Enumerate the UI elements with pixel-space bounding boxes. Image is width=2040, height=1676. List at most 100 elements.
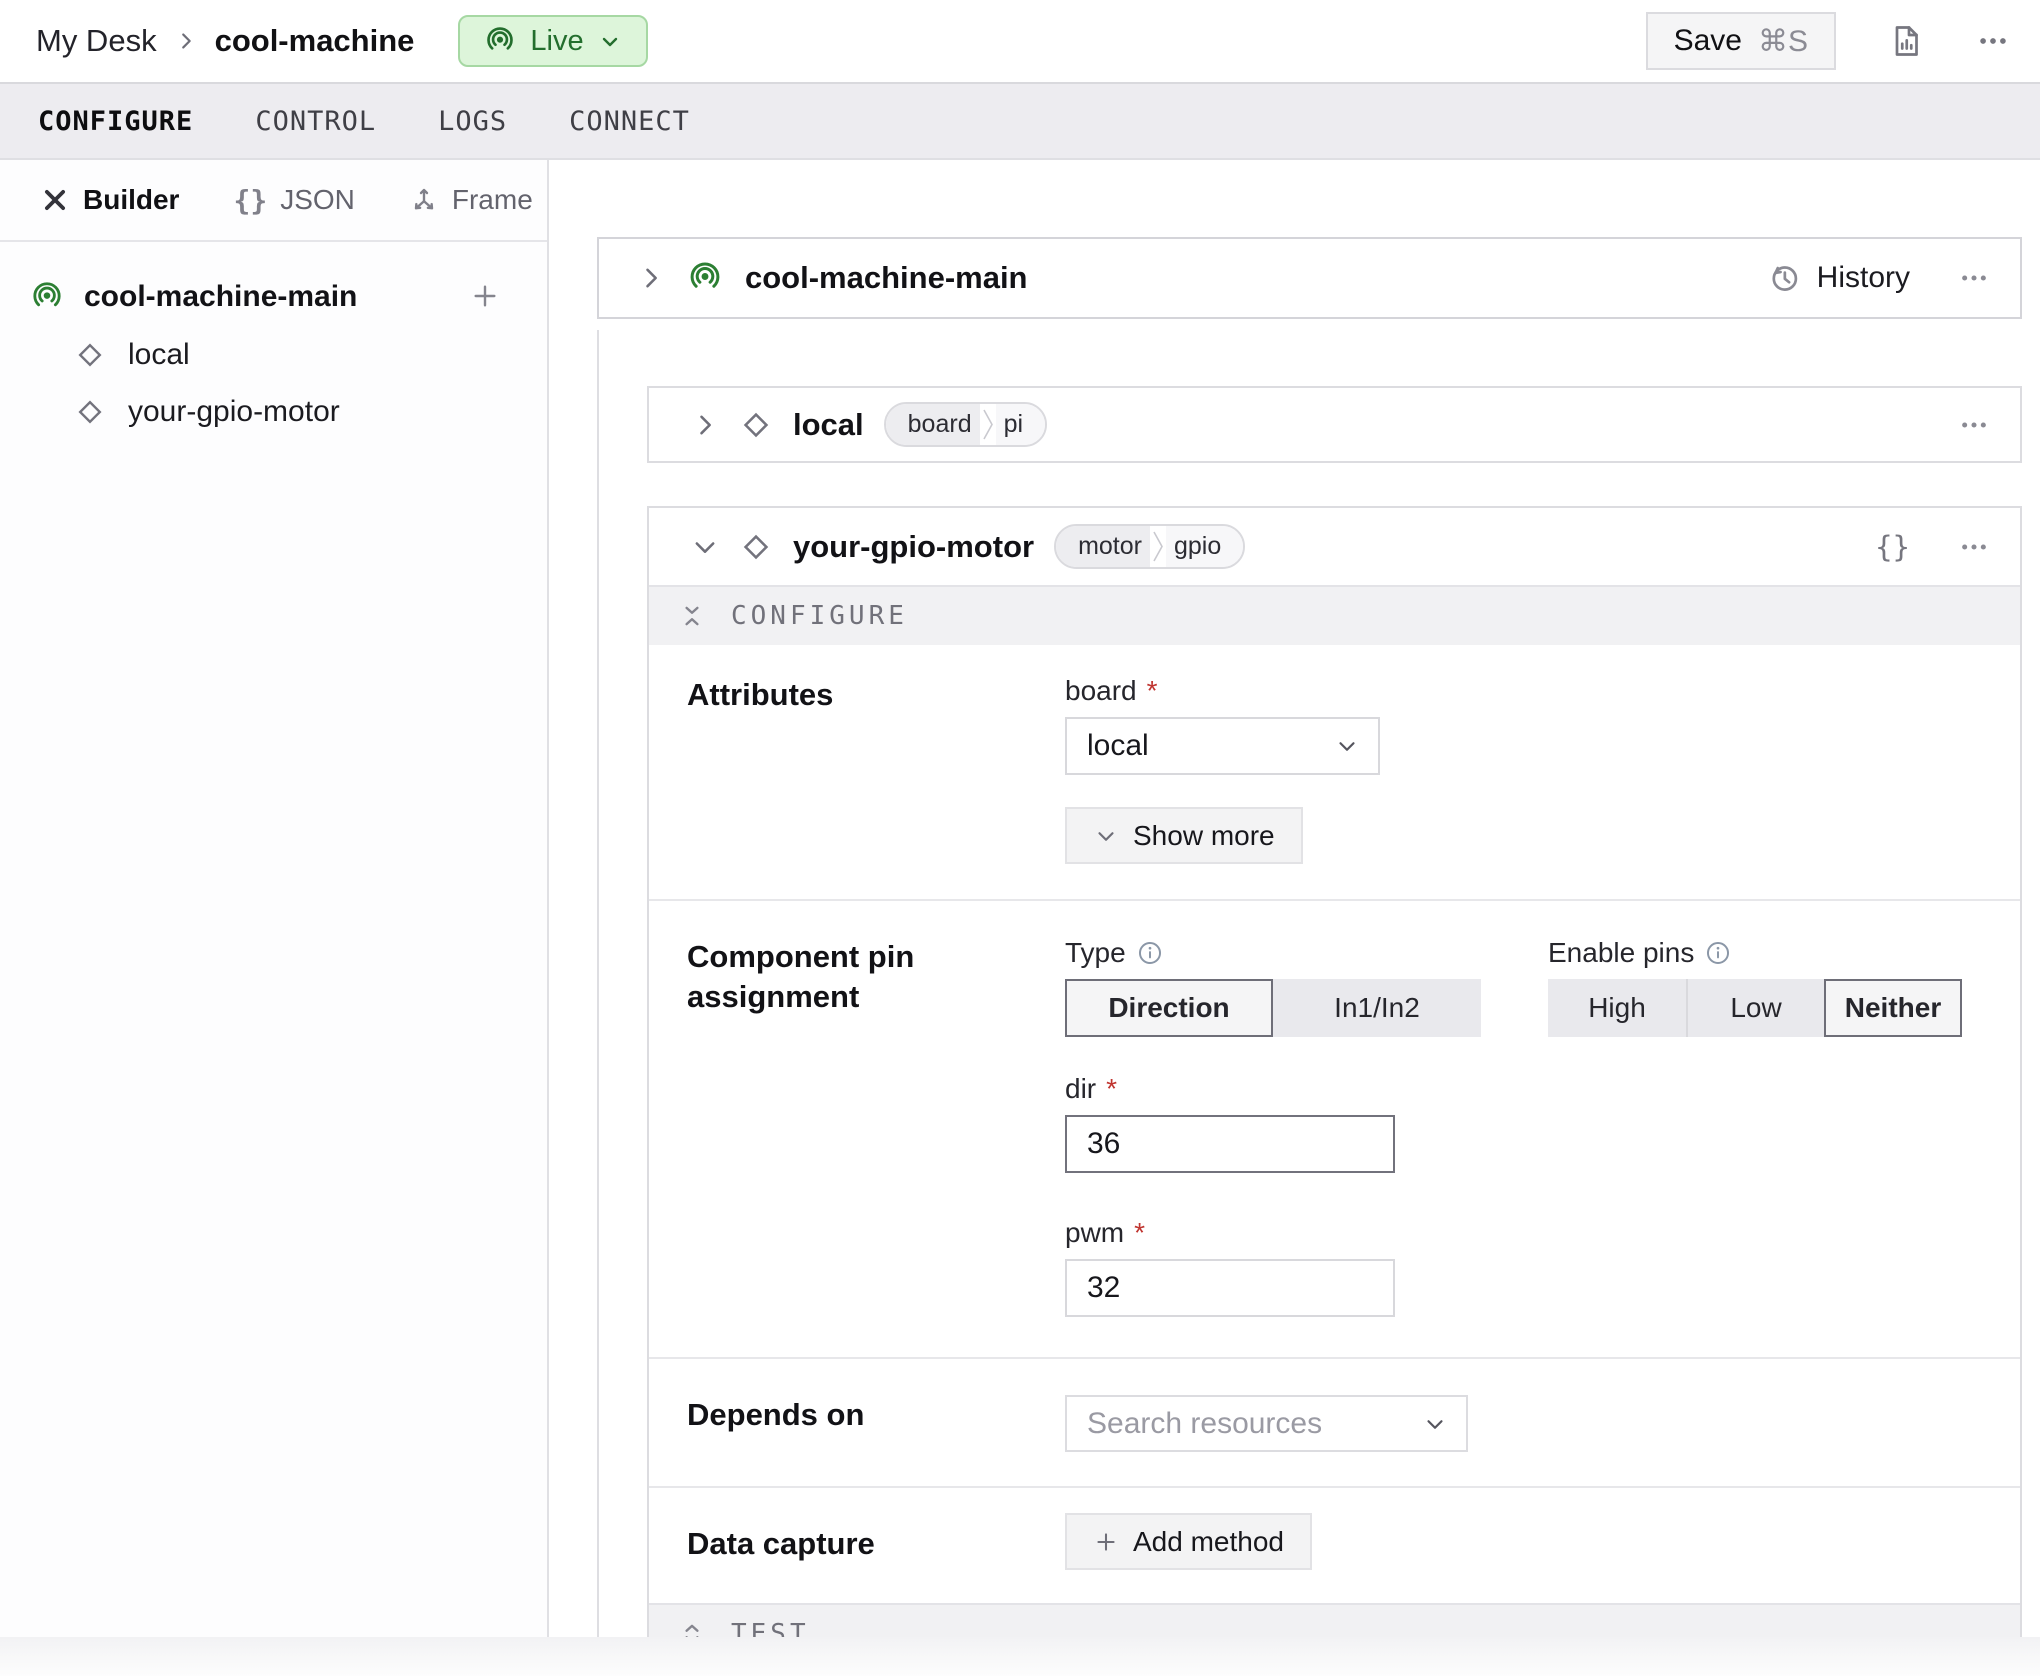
component-diamond-icon <box>739 408 773 442</box>
card-more-menu-icon[interactable] <box>1958 409 1990 441</box>
depends-on-search-select[interactable]: Search resources <box>1065 1395 1468 1452</box>
tab-control[interactable]: CONTROL <box>255 106 376 137</box>
type-option-in1in2[interactable]: In1/In2 <box>1273 979 1481 1037</box>
broadcast-icon <box>484 25 516 57</box>
save-button-label: Save <box>1674 24 1742 58</box>
add-method-label: Add method <box>1133 1526 1284 1558</box>
motor-component-card: your-gpio-motor motor gpio {} CONFIGURE <box>647 506 2022 1665</box>
tag-divider-icon <box>980 402 996 447</box>
tools-icon <box>40 185 70 215</box>
enable-option-neither[interactable]: Neither <box>1824 979 1962 1037</box>
motor-card-title: your-gpio-motor <box>793 529 1034 565</box>
configure-section-label: CONFIGURE <box>731 601 908 631</box>
component-diamond-icon <box>739 530 773 564</box>
pin-assignment-heading: Component pin assignment <box>649 937 1065 1317</box>
enable-option-high[interactable]: High <box>1548 979 1686 1037</box>
view-tab-frame-label: Frame <box>452 184 533 216</box>
breadcrumb-parent[interactable]: My Desk <box>36 23 157 59</box>
header-more-menu-icon[interactable] <box>1976 24 2010 58</box>
board-type-model-tag: board pi <box>884 402 1047 447</box>
top-header: My Desk cool-machine Live Save ⌘S <box>0 0 2040 82</box>
attributes-heading: Attributes <box>649 675 1065 864</box>
breadcrumb-separator-icon <box>175 30 197 52</box>
tab-logs[interactable]: LOGS <box>438 106 507 137</box>
chevron-down-icon <box>598 29 622 53</box>
pwm-field-label: pwm * <box>1065 1217 1548 1249</box>
config-view-tabs: Builder {} JSON Frame <box>0 160 547 242</box>
save-shortcut-hint: ⌘S <box>1758 24 1808 59</box>
history-button[interactable]: History <box>1767 261 1910 295</box>
tree-item-label: cool-machine-main <box>84 280 357 314</box>
depends-on-placeholder: Search resources <box>1087 1407 1322 1441</box>
machine-part-card: cool-machine-main History <box>597 237 2022 319</box>
collapse-chevron-down-icon[interactable] <box>691 533 719 561</box>
chevron-down-icon <box>1093 823 1119 849</box>
data-capture-heading: Data capture <box>649 1513 1065 1570</box>
config-sidebar: Builder {} JSON Frame <box>0 160 549 1676</box>
enable-pins-segmented-control: High Low Neither <box>1548 979 1962 1037</box>
tree-indent-line <box>597 330 599 1637</box>
required-marker: * <box>1147 675 1158 707</box>
save-button[interactable]: Save ⌘S <box>1646 12 1836 70</box>
component-diamond-icon <box>74 396 106 428</box>
board-select[interactable]: local <box>1065 717 1380 775</box>
tab-configure[interactable]: CONFIGURE <box>38 106 193 137</box>
depends-on-row: Depends on Search resources <box>649 1357 2020 1486</box>
tree-item-label: local <box>128 338 190 372</box>
configure-section-bar: CONFIGURE <box>649 585 2020 645</box>
chevron-down-icon <box>1334 733 1360 759</box>
card-more-menu-icon[interactable] <box>1958 262 1990 294</box>
enable-pins-field-label: Enable pins <box>1548 937 1962 969</box>
expand-chevron-right-icon[interactable] <box>691 411 719 439</box>
machine-report-icon[interactable] <box>1888 23 1924 59</box>
broadcast-icon <box>687 260 723 296</box>
machine-tabbar: CONFIGURE CONTROL LOGS CONNECT <box>0 82 2040 160</box>
chevron-down-icon <box>1422 1411 1448 1437</box>
type-segmented-control: Direction In1/In2 <box>1065 979 1548 1037</box>
attributes-row: Attributes board * local Show m <box>649 645 2020 899</box>
tree-item-machine-part[interactable]: cool-machine-main <box>0 268 547 326</box>
pwm-pin-input[interactable] <box>1065 1259 1395 1317</box>
tag-divider-icon <box>1150 524 1166 569</box>
view-tab-builder-label: Builder <box>83 184 179 216</box>
show-more-button[interactable]: Show more <box>1065 807 1303 864</box>
board-field-label: board * <box>1065 675 1380 707</box>
tag-model: gpio <box>1166 526 1243 567</box>
frame-axes-icon <box>409 185 439 215</box>
add-component-icon[interactable] <box>469 280 501 312</box>
dir-pin-input[interactable] <box>1065 1115 1395 1173</box>
data-capture-row: Data capture Add method <box>649 1486 2020 1603</box>
required-marker: * <box>1134 1217 1145 1249</box>
live-status-label: Live <box>530 25 583 58</box>
view-tab-frame[interactable]: Frame <box>409 184 533 216</box>
tab-connect[interactable]: CONNECT <box>569 106 690 137</box>
tree-item-your-gpio-motor[interactable]: your-gpio-motor <box>0 383 547 440</box>
motor-type-model-tag: motor gpio <box>1054 524 1245 569</box>
plus-icon <box>1093 1529 1119 1555</box>
tag-type: motor <box>1056 526 1150 567</box>
app-window: My Desk cool-machine Live Save ⌘S <box>0 0 2040 1676</box>
history-clock-icon <box>1767 261 1801 295</box>
board-card-title: local <box>793 407 864 443</box>
tree-item-local[interactable]: local <box>0 326 547 383</box>
live-status-badge[interactable]: Live <box>458 15 647 67</box>
card-more-menu-icon[interactable] <box>1958 531 1990 563</box>
view-tab-json[interactable]: {} JSON <box>233 184 354 217</box>
add-method-button[interactable]: Add method <box>1065 1513 1312 1570</box>
info-icon[interactable] <box>1704 939 1732 967</box>
braces-icon: {} <box>233 184 267 217</box>
bottom-fade <box>0 1637 2040 1676</box>
edit-json-icon[interactable]: {} <box>1875 530 1910 564</box>
required-marker: * <box>1106 1073 1117 1105</box>
expand-chevron-right-icon[interactable] <box>637 264 665 292</box>
board-component-card: local board pi <box>647 386 2022 463</box>
tag-model: pi <box>996 404 1045 445</box>
type-option-direction[interactable]: Direction <box>1065 979 1273 1037</box>
broadcast-icon <box>30 280 64 314</box>
tree-item-label: your-gpio-motor <box>128 395 340 429</box>
view-tab-builder[interactable]: Builder <box>40 184 179 216</box>
info-icon[interactable] <box>1136 939 1164 967</box>
enable-option-low[interactable]: Low <box>1686 979 1824 1037</box>
board-select-value: local <box>1087 729 1149 763</box>
collapse-section-icon[interactable] <box>679 603 705 629</box>
